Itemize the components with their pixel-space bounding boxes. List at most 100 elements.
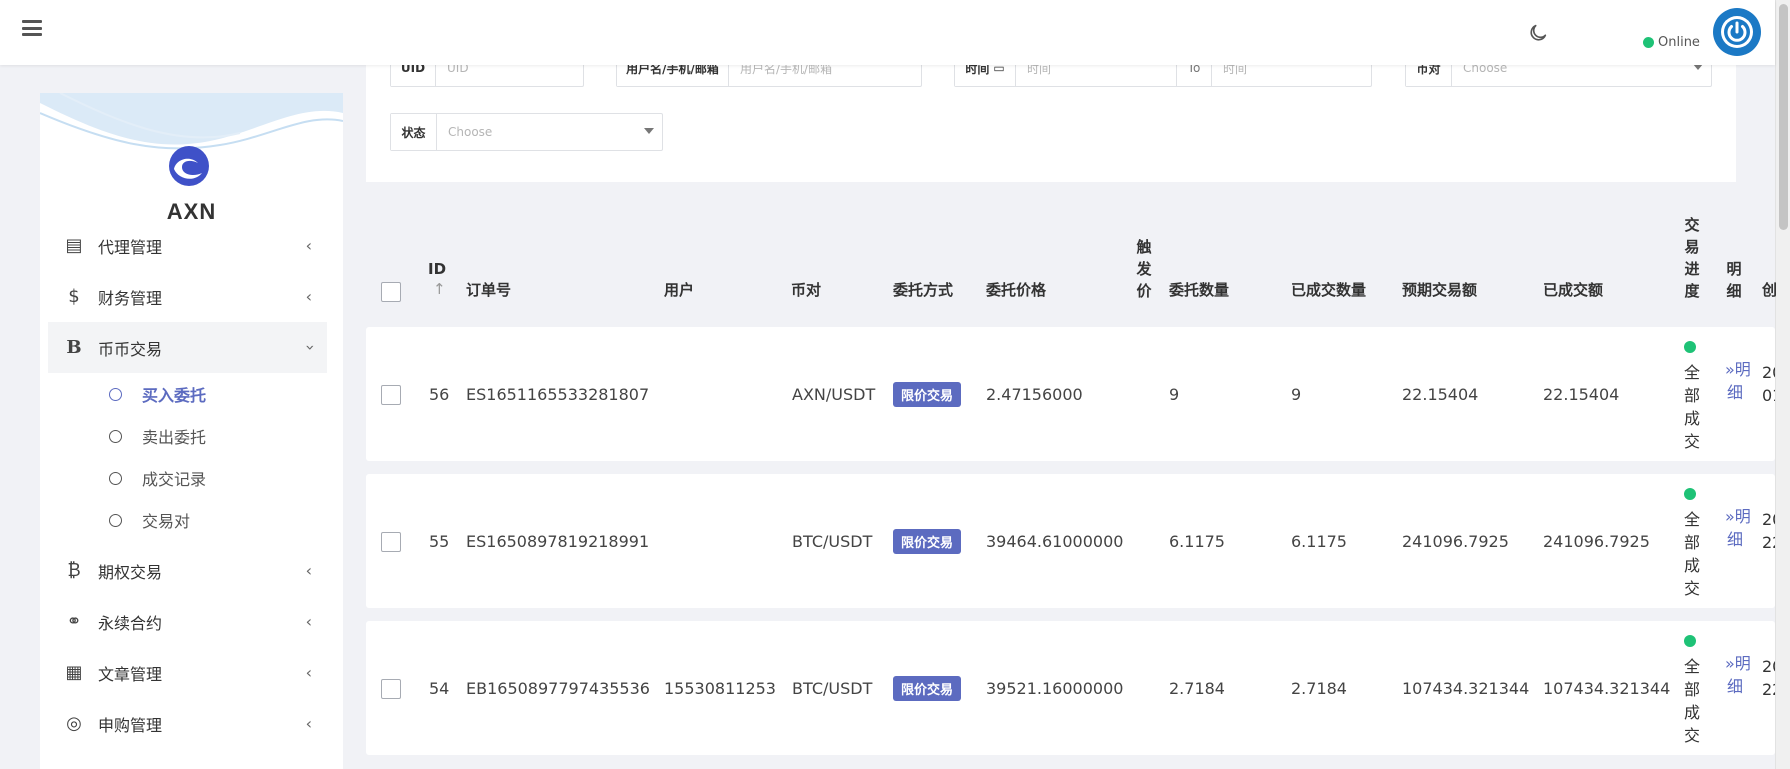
success-dot-icon bbox=[1684, 635, 1696, 647]
row-filled-amt: 22.15404 bbox=[1543, 385, 1620, 404]
col-trigger-header: 触发价 bbox=[1136, 238, 1152, 300]
sidebar-item-spot-trading[interactable]: B 币币交易 ‹ bbox=[48, 322, 327, 373]
row-price: 39464.61000000 bbox=[986, 532, 1124, 551]
col-created-header: 创 bbox=[1762, 281, 1778, 299]
link-icon: ⚭ bbox=[66, 611, 82, 632]
sidebar-subitem-label: 交易对 bbox=[142, 512, 191, 531]
bold-b-icon: B bbox=[66, 337, 82, 358]
sort-arrow-icon[interactable]: ↑ bbox=[433, 280, 446, 298]
table-header: ID ↑ 订单号 用户 币对 委托方式 委托价格 触发价 委托数量 已成交数量 … bbox=[366, 205, 1778, 320]
col-id-header[interactable]: ID bbox=[428, 260, 446, 278]
sidebar-subitem-label: 卖出委托 bbox=[142, 428, 207, 447]
circle-icon bbox=[109, 429, 122, 443]
circle-icon bbox=[109, 387, 122, 401]
sidebar-item-label: 文章管理 bbox=[98, 664, 163, 684]
sidebar-item-label: 币币交易 bbox=[98, 339, 163, 359]
online-status: Online bbox=[1643, 35, 1700, 50]
row-progress: 全部成交 bbox=[1683, 657, 1700, 745]
newspaper-icon: ▦ bbox=[65, 662, 83, 683]
avatar[interactable] bbox=[1713, 8, 1761, 56]
scroll-thumb[interactable] bbox=[1779, 4, 1788, 230]
row-checkbox[interactable] bbox=[381, 679, 401, 699]
row-qty: 9 bbox=[1169, 385, 1180, 404]
page-scrollbar[interactable] bbox=[1775, 0, 1790, 769]
row-pair: BTC/USDT bbox=[792, 532, 873, 551]
row-pair: BTC/USDT bbox=[792, 679, 873, 698]
col-order-no-header: 订单号 bbox=[466, 281, 512, 299]
row-qty: 6.1175 bbox=[1169, 532, 1225, 551]
row-order-no: ES1650897819218991 bbox=[466, 532, 650, 551]
sidebar-item-articles[interactable]: ▦ 文章管理 ‹ bbox=[48, 647, 327, 698]
col-method-header: 委托方式 bbox=[893, 281, 954, 299]
circle-icon bbox=[109, 513, 122, 527]
sidebar-item-finance[interactable]: $ 财务管理 ‹ bbox=[48, 271, 327, 322]
row-filled-amt: 107434.321344 bbox=[1543, 679, 1671, 698]
status-filter-label: 状态 bbox=[391, 114, 437, 150]
sidebar-subitem-label: 成交记录 bbox=[142, 470, 207, 489]
row-price: 2.47156000 bbox=[986, 385, 1083, 404]
row-pair: AXN/USDT bbox=[792, 385, 876, 404]
method-badge: 限价交易 bbox=[893, 676, 962, 701]
sidebar-item-perpetual[interactable]: ⚭ 永续合约 ‹ bbox=[48, 596, 327, 647]
dollar-icon: $ bbox=[68, 286, 80, 307]
id-card-icon: ▤ bbox=[65, 235, 83, 256]
col-expected-header: 预期交易额 bbox=[1402, 281, 1478, 299]
status-dot-icon bbox=[1643, 37, 1654, 48]
caret-down-icon bbox=[644, 128, 654, 134]
col-detail-header: 明细 bbox=[1726, 260, 1742, 300]
online-label: Online bbox=[1658, 35, 1700, 50]
row-expected: 241096.7925 bbox=[1402, 532, 1509, 551]
status-filter: 状态 Choose bbox=[390, 113, 663, 151]
method-badge: 限价交易 bbox=[893, 382, 962, 407]
row-created: 2004 22 bbox=[1762, 657, 1775, 699]
row-filled-qty: 6.1175 bbox=[1291, 532, 1347, 551]
row-filled-amt: 241096.7925 bbox=[1543, 532, 1650, 551]
status-select[interactable]: Choose bbox=[437, 114, 662, 150]
sidebar-item-options[interactable]: ₿ 期权交易 ‹ bbox=[48, 545, 327, 596]
row-id: 56 bbox=[429, 385, 450, 404]
success-dot-icon bbox=[1684, 488, 1696, 500]
col-qty-header: 委托数量 bbox=[1169, 281, 1230, 299]
col-price-header: 委托价格 bbox=[986, 281, 1047, 299]
row-checkbox[interactable] bbox=[381, 385, 401, 405]
chevron-left-icon: ‹ bbox=[305, 236, 312, 255]
power-icon bbox=[1721, 16, 1753, 48]
row-user: 15530811253 bbox=[664, 679, 776, 698]
sidebar-item-label: 申购管理 bbox=[98, 715, 163, 735]
sidebar-subitem-trading-pairs[interactable]: 交易对 bbox=[48, 499, 327, 541]
row-created: 2004 22 bbox=[1762, 510, 1775, 552]
table-row: 55 ES1650897819218991 BTC/USDT 限价交易 3946… bbox=[366, 474, 1775, 608]
sidebar-item-agent[interactable]: ▤ 代理管理 ‹ bbox=[48, 220, 327, 271]
row-created: 2004 01 bbox=[1762, 363, 1775, 405]
sidebar-subitem-label: 买入委托 bbox=[142, 386, 207, 405]
row-checkbox[interactable] bbox=[381, 532, 401, 552]
dark-mode-icon[interactable] bbox=[1527, 22, 1549, 44]
row-expected: 22.15404 bbox=[1402, 385, 1479, 404]
row-expected: 107434.321344 bbox=[1402, 679, 1530, 698]
sidebar-item-label: 财务管理 bbox=[98, 288, 163, 308]
menu-toggle-icon[interactable] bbox=[22, 20, 42, 36]
bitcoin-icon: ₿ bbox=[67, 560, 81, 581]
sidebar: AXN ▤ 代理管理 ‹ $ 财务管理 ‹ B 币币交易 ‹ 买入委托 卖出委托… bbox=[40, 93, 343, 769]
col-user-header: 用户 bbox=[664, 281, 695, 299]
sidebar-subitem-trade-records[interactable]: 成交记录 bbox=[48, 457, 327, 499]
status-select-value: Choose bbox=[448, 125, 493, 139]
sidebar-subitem-sell-orders[interactable]: 卖出委托 bbox=[48, 415, 327, 457]
life-ring-icon: ◎ bbox=[66, 713, 82, 734]
row-detail-link[interactable]: »明细 bbox=[1725, 505, 1751, 551]
sidebar-subitem-buy-orders[interactable]: 买入委托 bbox=[48, 373, 327, 415]
row-filled-qty: 9 bbox=[1291, 385, 1302, 404]
row-detail-link[interactable]: »明细 bbox=[1725, 652, 1751, 698]
chevron-left-icon: ‹ bbox=[305, 714, 312, 733]
row-price: 39521.16000000 bbox=[986, 679, 1124, 698]
row-id: 55 bbox=[429, 532, 450, 551]
col-progress-header: 交易进度 bbox=[1684, 216, 1700, 300]
sidebar-item-subscription[interactable]: ◎ 申购管理 ‹ bbox=[48, 698, 327, 749]
top-bar: Online bbox=[0, 0, 1775, 65]
chevron-left-icon: ‹ bbox=[305, 612, 312, 631]
table-row: 56 ES1651165533281807 AXN/USDT 限价交易 2.47… bbox=[366, 327, 1775, 461]
select-all-checkbox[interactable] bbox=[381, 282, 401, 302]
method-badge: 限价交易 bbox=[893, 529, 962, 554]
row-order-no: ES1651165533281807 bbox=[466, 385, 650, 404]
row-detail-link[interactable]: »明细 bbox=[1725, 358, 1751, 404]
